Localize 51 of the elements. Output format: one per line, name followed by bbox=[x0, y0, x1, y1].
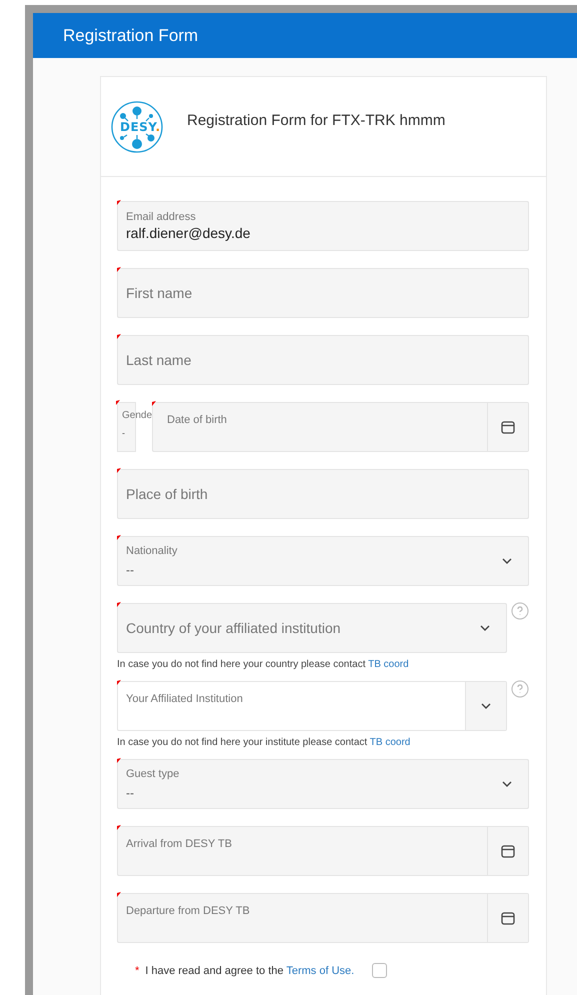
select-field[interactable]: Country of your affiliated institution bbox=[117, 603, 507, 653]
field-placeholder: First name bbox=[126, 285, 194, 301]
calendar-button[interactable] bbox=[487, 827, 528, 875]
terms-text: I have read and agree to the Terms of Use. bbox=[145, 964, 354, 976]
calendar-icon bbox=[501, 911, 515, 925]
calendar-icon bbox=[501, 844, 515, 858]
combo-field[interactable]: Your Affiliated Institution bbox=[117, 681, 507, 731]
chevron-down-icon bbox=[502, 781, 512, 787]
field-label: Departure from DESY TB bbox=[126, 905, 250, 917]
field-label: Email address bbox=[126, 211, 197, 223]
text-field[interactable]: Email address ralf.diener@desy.de bbox=[117, 201, 529, 251]
field-placeholder: Place of birth bbox=[126, 486, 209, 502]
field-value: -- bbox=[126, 563, 135, 577]
help-text: In case you do not find here your country please contact TB coord bbox=[117, 659, 410, 670]
chevron-down-icon bbox=[481, 703, 491, 709]
text-field[interactable]: First name bbox=[117, 268, 529, 318]
select-field[interactable]: Nationality -- bbox=[117, 536, 529, 586]
field-label: Date of birth bbox=[167, 414, 227, 426]
field-label: Your Affiliated Institution bbox=[126, 693, 243, 705]
page-title: Registration Form bbox=[63, 26, 198, 46]
help-text: In case you do not find here your institute please contact TB coord bbox=[117, 737, 412, 748]
text-field[interactable]: Place of birth bbox=[117, 469, 529, 519]
contact-link[interactable]: TB coord bbox=[370, 737, 410, 748]
text-field[interactable]: Last name bbox=[117, 335, 529, 385]
required-asterisk: * bbox=[135, 964, 140, 976]
field-label: Guest type bbox=[126, 768, 180, 780]
calendar-icon bbox=[501, 420, 515, 434]
help-icon[interactable] bbox=[511, 680, 529, 698]
calendar-button[interactable] bbox=[487, 894, 528, 942]
field-value: - bbox=[122, 428, 125, 438]
field-label: Arrival from DESY TB bbox=[126, 838, 232, 850]
logo-icon: DESY. bbox=[111, 100, 163, 152]
date-field[interactable]: Arrival from DESY TB bbox=[117, 826, 529, 876]
field-placeholder: Country of your affiliated institution bbox=[126, 620, 342, 636]
dropdown-button[interactable] bbox=[465, 682, 506, 730]
calendar-button[interactable] bbox=[487, 403, 528, 451]
date-field[interactable]: Departure from DESY TB bbox=[117, 893, 529, 943]
help-icon[interactable] bbox=[511, 602, 529, 620]
field-label: Nationality bbox=[126, 545, 178, 557]
chevron-down-icon bbox=[480, 625, 490, 631]
field-value: -- bbox=[126, 786, 135, 800]
terms-checkbox[interactable] bbox=[372, 963, 388, 978]
terms-link[interactable]: Terms of Use. bbox=[286, 964, 354, 976]
field-placeholder: Last name bbox=[126, 352, 192, 368]
field-value: ralf.diener@desy.de bbox=[126, 225, 252, 241]
date-field[interactable]: Date of birth bbox=[152, 402, 529, 452]
select-field[interactable]: Guest type -- bbox=[117, 759, 529, 809]
contact-link[interactable]: TB coord bbox=[368, 659, 409, 670]
field-label: Gende bbox=[122, 410, 152, 421]
form-title: Registration Form for FTX-TRK hmmm bbox=[187, 112, 446, 129]
chevron-down-icon bbox=[502, 558, 512, 564]
